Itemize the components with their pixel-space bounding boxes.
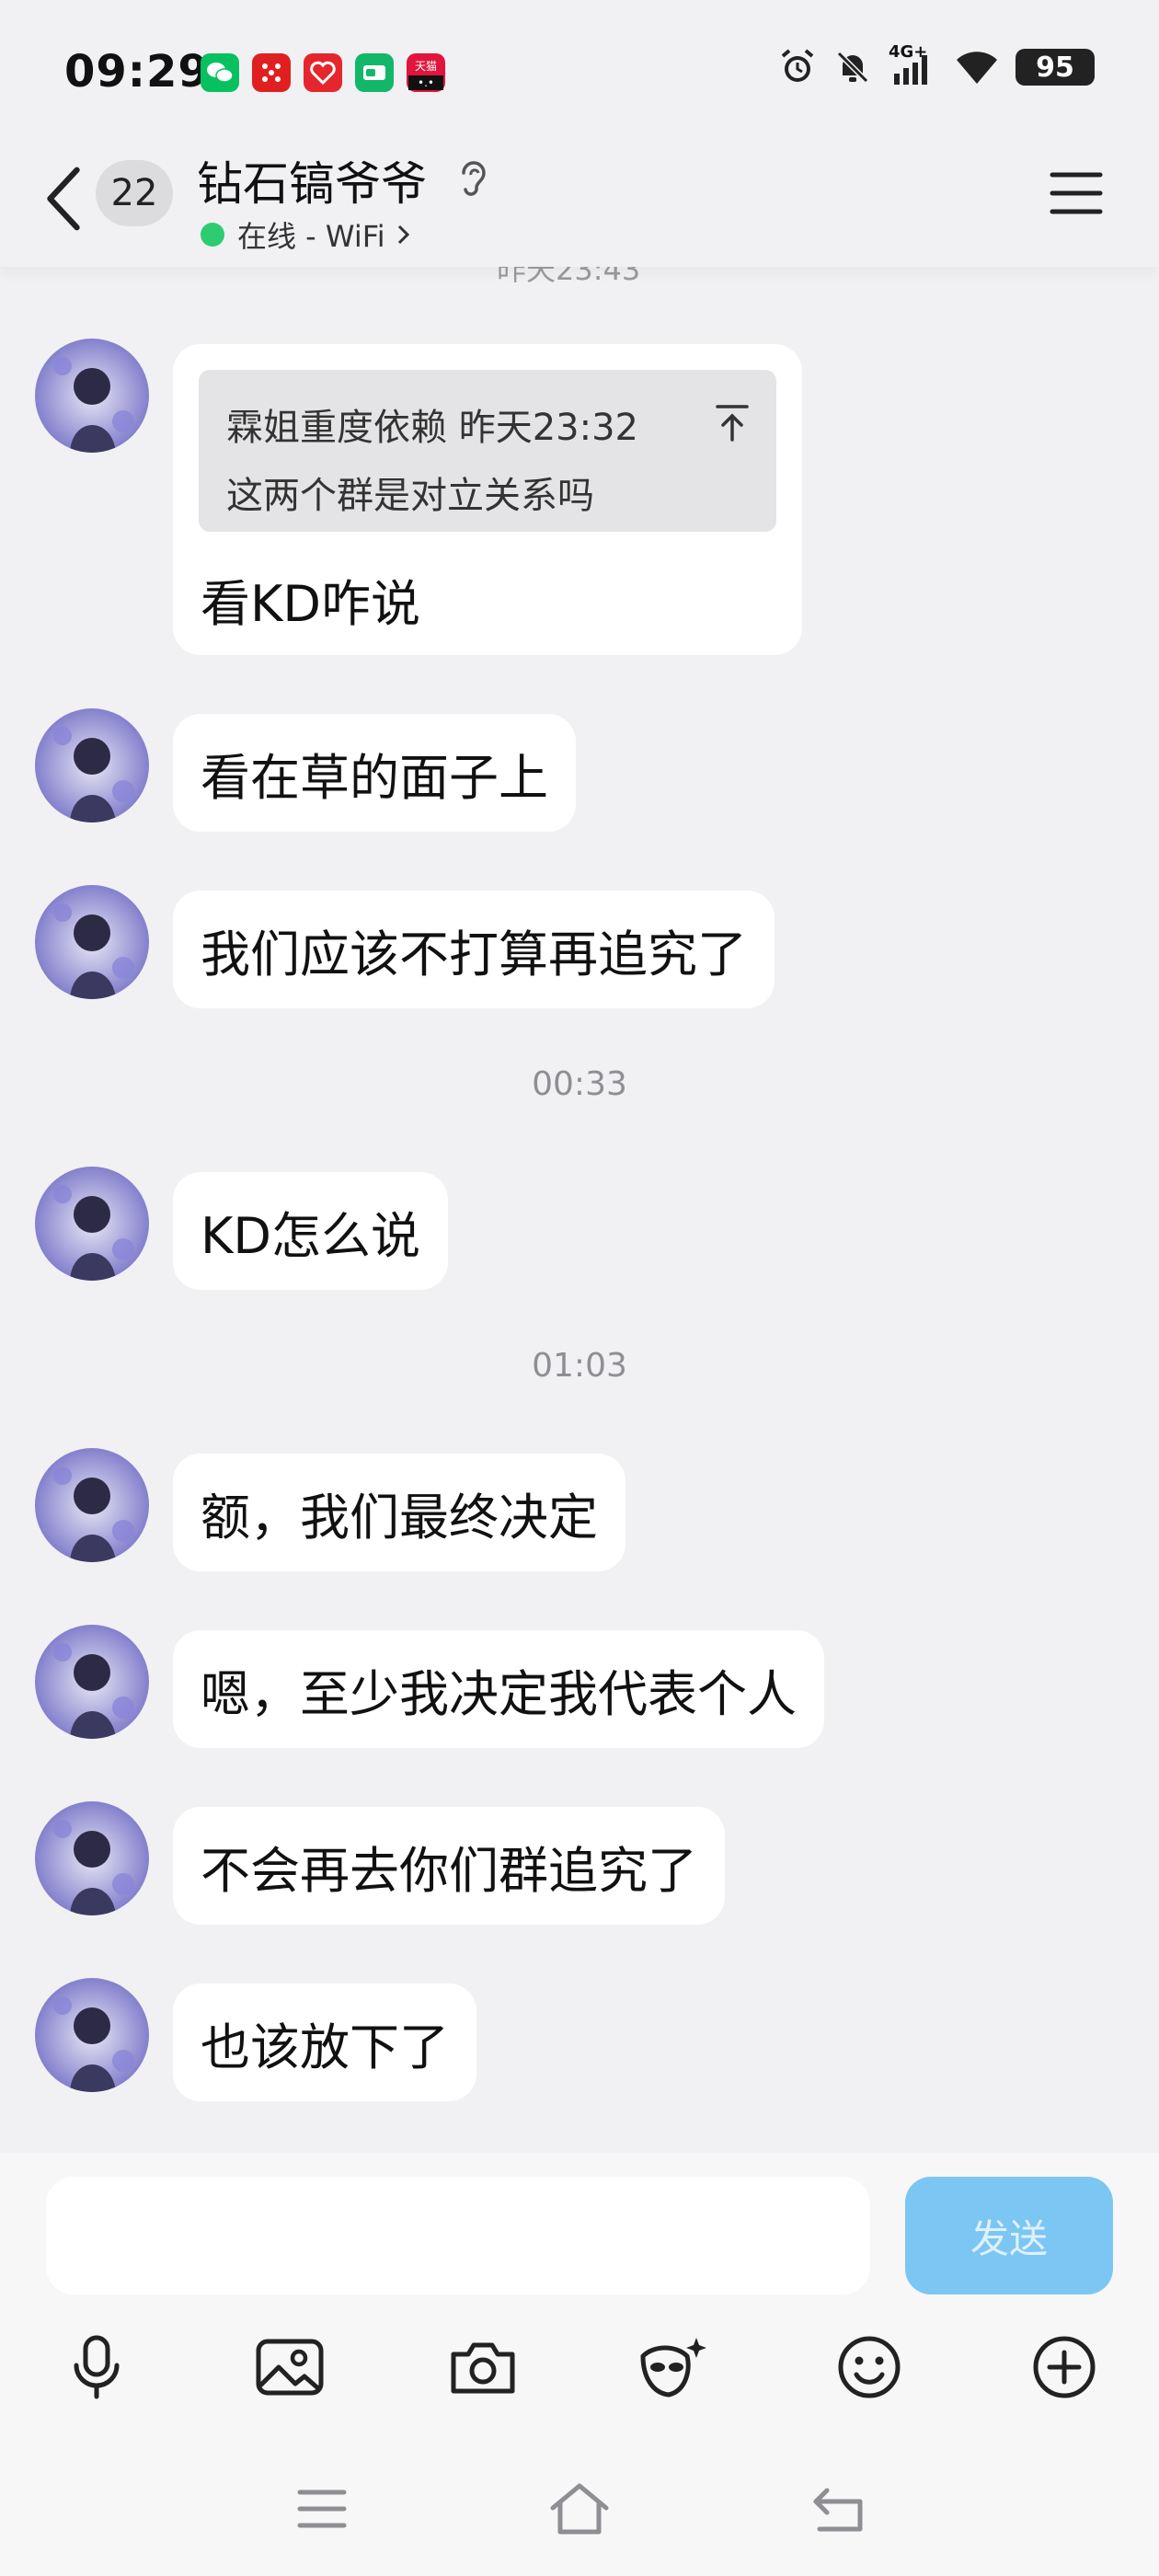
notification-app-icons: 天猫 •.• (201, 53, 445, 92)
camera-icon (451, 2342, 515, 2394)
send-button[interactable]: 发送 (905, 2177, 1113, 2294)
nav-menu-icon (297, 2490, 347, 2528)
avatar[interactable] (35, 339, 149, 453)
voice-button[interactable] (57, 2328, 136, 2407)
wechat-icon (201, 53, 239, 92)
avatar[interactable] (35, 1801, 149, 1915)
message-text: 看KD咋说 (201, 575, 420, 633)
chevron-right-icon (397, 224, 409, 245)
online-status-text: 在线 - WiFi (237, 219, 385, 254)
message-bubble[interactable]: 看在草的面子上 (173, 714, 576, 832)
avatar[interactable] (35, 885, 149, 999)
status-time: 09:29 (64, 46, 210, 98)
online-status[interactable]: 在线 - WiFi (201, 213, 413, 256)
back-icon[interactable] (40, 162, 86, 236)
image-icon (256, 2339, 324, 2396)
smiley-icon (838, 2336, 901, 2398)
message-bubble[interactable]: 我们应该不打算再追究了 (173, 891, 775, 1008)
quoted-text: 这两个群是对立关系吗 (226, 475, 594, 517)
camera-button[interactable] (443, 2328, 522, 2407)
nav-back-button[interactable] (802, 2477, 876, 2541)
battery-indicator: 95 (1016, 49, 1095, 86)
nav-back-icon (813, 2488, 863, 2532)
avatar[interactable] (35, 1167, 149, 1281)
tmall-label: 天猫 (415, 60, 437, 73)
message-text: 我们应该不打算再追究了 (201, 925, 747, 983)
ear-icon[interactable] (456, 156, 491, 201)
menu-icon[interactable] (1049, 169, 1104, 217)
chat-title[interactable]: 钻石镐爷爷 (197, 147, 427, 213)
chat-header (0, 138, 1159, 267)
message-text: 看在草的面子上 (201, 748, 548, 807)
mute-bell-icon (836, 51, 869, 84)
wifi-icon (957, 52, 997, 84)
svg-text:•.•: •.• (418, 76, 434, 89)
avatar[interactable] (35, 1978, 149, 2092)
message-input[interactable] (46, 2177, 870, 2294)
emoji-button[interactable] (830, 2328, 909, 2407)
message-text: 嗯，至少我决定我代表个人 (201, 1664, 797, 1723)
jump-to-top-icon[interactable] (714, 403, 751, 443)
message-text: 也该放下了 (201, 2018, 449, 2076)
tmall-icon: 天猫 •.• (407, 53, 445, 92)
quoted-author-time: 霖姐重度依赖 昨天23:32 (226, 407, 638, 449)
unread-count-badge[interactable]: 22 (96, 160, 173, 226)
plus-circle-icon (1033, 2336, 1096, 2398)
message-bubble[interactable]: 不会再去你们群追究了 (173, 1807, 725, 1925)
time-divider: 00:33 (532, 1065, 627, 1103)
message-text: KD怎么说 (201, 1206, 420, 1265)
mask-button[interactable] (633, 2328, 712, 2407)
avatar[interactable] (35, 708, 149, 822)
app-green-card-icon (355, 53, 394, 92)
app-red-heart-icon (304, 53, 342, 92)
alarm-icon (781, 49, 814, 82)
home-icon (550, 2483, 609, 2535)
quoted-message[interactable]: 霖姐重度依赖 昨天23:32 这两个群是对立关系吗 (199, 370, 776, 532)
microphone-icon (74, 2335, 120, 2399)
app-red-grid-icon (252, 53, 291, 92)
message-bubble[interactable]: 嗯，至少我决定我代表个人 (173, 1630, 824, 1748)
online-dot (201, 223, 224, 247)
time-divider: 01:03 (532, 1347, 627, 1385)
status-indicators: 4G+ 95 (778, 42, 1095, 86)
message-bubble[interactable]: 也该放下了 (173, 1984, 476, 2101)
message-text: 不会再去你们群追究了 (201, 1841, 697, 1900)
message-bubble[interactable]: KD怎么说 (173, 1172, 448, 1290)
cellular-signal-icon: 4G+ (889, 42, 938, 86)
more-button[interactable] (1025, 2328, 1104, 2407)
message-text: 额，我们最终决定 (201, 1488, 598, 1547)
image-button[interactable] (250, 2328, 329, 2407)
mask-sparkle-icon (640, 2338, 706, 2398)
nav-home-button[interactable] (543, 2477, 616, 2541)
message-bubble-quote[interactable]: 霖姐重度依赖 昨天23:32 这两个群是对立关系吗 看KD咋说 (173, 344, 802, 655)
message-bubble[interactable]: 额，我们最终决定 (173, 1454, 625, 1571)
nav-recent-button[interactable] (285, 2477, 359, 2541)
avatar[interactable] (35, 1625, 149, 1739)
avatar[interactable] (35, 1448, 149, 1562)
